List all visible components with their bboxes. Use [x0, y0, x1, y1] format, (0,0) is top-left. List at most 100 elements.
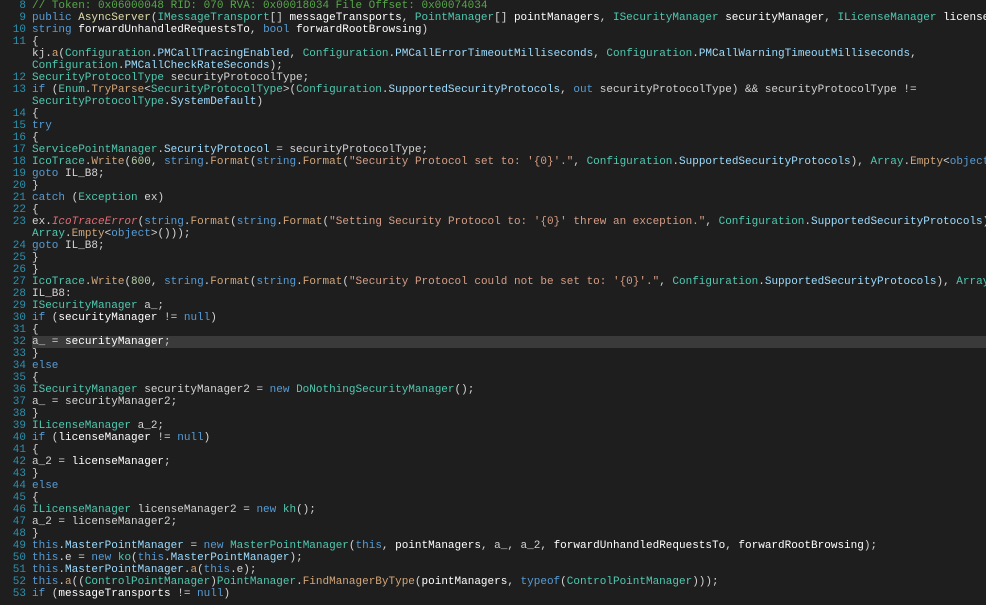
code-line[interactable]: { [32, 108, 986, 120]
code-line[interactable]: a_2 = licenseManager2; [32, 516, 986, 528]
code-line[interactable]: { [32, 132, 986, 144]
code-line[interactable]: a_2 = licenseManager; [32, 456, 986, 468]
line-number: 28 [0, 288, 26, 300]
line-number: 36 [0, 384, 26, 396]
line-number: 22 [0, 204, 26, 216]
code-line[interactable]: IcoTrace.Write(800, string.Format(string… [32, 276, 986, 288]
line-number: 42 [0, 456, 26, 468]
line-number [0, 48, 26, 60]
code-line[interactable]: } [32, 408, 986, 420]
line-number: 50 [0, 552, 26, 564]
line-number: 21 [0, 192, 26, 204]
line-number: 44 [0, 480, 26, 492]
code-line[interactable]: a_ = securityManager2; [32, 396, 986, 408]
code-line[interactable]: if (messageTransports != null) [32, 588, 986, 600]
code-line[interactable]: { [32, 36, 986, 48]
line-number: 8 [0, 0, 26, 12]
code-line[interactable]: a_ = securityManager; [32, 336, 986, 348]
line-number [0, 60, 26, 72]
code-line[interactable]: string forwardUnhandledRequestsTo, bool … [32, 24, 986, 36]
code-line[interactable]: kj.a(Configuration.PMCallTracingEnabled,… [32, 48, 986, 60]
line-number: 51 [0, 564, 26, 576]
code-line[interactable]: this.MasterPointManager.a(this.e); [32, 564, 986, 576]
code-line[interactable]: ISecurityManager securityManager2 = new … [32, 384, 986, 396]
code-line[interactable]: goto IL_B8; [32, 168, 986, 180]
line-number: 23 [0, 216, 26, 228]
code-line[interactable]: else [32, 480, 986, 492]
line-number: 53 [0, 588, 26, 600]
line-number: 40 [0, 432, 26, 444]
line-number: 31 [0, 324, 26, 336]
code-line[interactable]: this.a((ControlPointManager)PointManager… [32, 576, 986, 588]
code-line[interactable]: if (Enum.TryParse<SecurityProtocolType>(… [32, 84, 986, 96]
line-number: 26 [0, 264, 26, 276]
line-number [0, 96, 26, 108]
line-number: 34 [0, 360, 26, 372]
code-line[interactable]: IL_B8: [32, 288, 986, 300]
line-number: 10 [0, 24, 26, 36]
line-number: 27 [0, 276, 26, 288]
code-line[interactable]: } [32, 348, 986, 360]
line-number-gutter: 8910111213141516171819202122232425262728… [0, 0, 32, 605]
line-number [0, 228, 26, 240]
line-number: 48 [0, 528, 26, 540]
code-line[interactable]: } [32, 528, 986, 540]
code-line[interactable]: if (securityManager != null) [32, 312, 986, 324]
line-number: 47 [0, 516, 26, 528]
code-line[interactable]: if (licenseManager != null) [32, 432, 986, 444]
code-line[interactable]: else [32, 360, 986, 372]
line-number: 14 [0, 108, 26, 120]
code-line[interactable]: // Token: 0x06000048 RID: 070 RVA: 0x000… [32, 0, 986, 12]
code-line[interactable]: } [32, 264, 986, 276]
line-number: 16 [0, 132, 26, 144]
line-number: 25 [0, 252, 26, 264]
line-number: 18 [0, 156, 26, 168]
code-editor[interactable]: 8910111213141516171819202122232425262728… [0, 0, 986, 605]
code-line[interactable]: } [32, 468, 986, 480]
code-line[interactable]: { [32, 492, 986, 504]
code-line[interactable]: ILicenseManager licenseManager2 = new kh… [32, 504, 986, 516]
line-number: 37 [0, 396, 26, 408]
line-number: 35 [0, 372, 26, 384]
line-number: 29 [0, 300, 26, 312]
line-number: 41 [0, 444, 26, 456]
code-line[interactable]: this.MasterPointManager = new MasterPoin… [32, 540, 986, 552]
line-number: 45 [0, 492, 26, 504]
code-line[interactable]: ISecurityManager a_; [32, 300, 986, 312]
code-line[interactable]: SecurityProtocolType.SystemDefault) [32, 96, 986, 108]
code-line[interactable]: } [32, 252, 986, 264]
code-line[interactable]: { [32, 372, 986, 384]
code-line[interactable]: try [32, 120, 986, 132]
code-line[interactable]: catch (Exception ex) [32, 192, 986, 204]
line-number: 32 [0, 336, 26, 348]
line-number: 17 [0, 144, 26, 156]
line-number: 15 [0, 120, 26, 132]
code-line[interactable]: { [32, 324, 986, 336]
line-number: 20 [0, 180, 26, 192]
line-number: 19 [0, 168, 26, 180]
code-line[interactable]: SecurityProtocolType securityProtocolTyp… [32, 72, 986, 84]
code-line[interactable]: Configuration.PMCallCheckRateSeconds); [32, 60, 986, 72]
code-line[interactable]: ServicePointManager.SecurityProtocol = s… [32, 144, 986, 156]
code-area[interactable]: // Token: 0x06000048 RID: 070 RVA: 0x000… [32, 0, 986, 605]
code-line[interactable]: ex.IcoTraceError(string.Format(string.Fo… [32, 216, 986, 228]
code-line[interactable]: this.e = new ko(this.MasterPointManager)… [32, 552, 986, 564]
code-line[interactable]: goto IL_B8; [32, 240, 986, 252]
code-line[interactable]: Array.Empty<object>())); [32, 228, 986, 240]
code-line[interactable]: public AsyncServer(IMessageTransport[] m… [32, 12, 986, 24]
line-number: 38 [0, 408, 26, 420]
line-number: 39 [0, 420, 26, 432]
code-line[interactable]: { [32, 444, 986, 456]
code-line[interactable]: { [32, 204, 986, 216]
code-line[interactable]: } [32, 180, 986, 192]
code-line[interactable]: IcoTrace.Write(600, string.Format(string… [32, 156, 986, 168]
line-number: 30 [0, 312, 26, 324]
line-number: 12 [0, 72, 26, 84]
line-number: 52 [0, 576, 26, 588]
line-number: 11 [0, 36, 26, 48]
code-line[interactable]: ILicenseManager a_2; [32, 420, 986, 432]
line-number: 49 [0, 540, 26, 552]
line-number: 24 [0, 240, 26, 252]
line-number: 33 [0, 348, 26, 360]
line-number: 43 [0, 468, 26, 480]
